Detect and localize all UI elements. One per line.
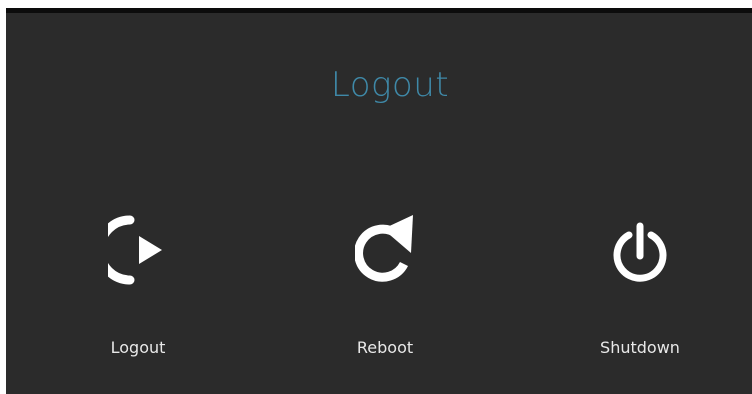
logout-icon[interactable] — [108, 208, 168, 298]
logout-label: Logout — [110, 338, 166, 357]
reboot-icon[interactable] — [355, 208, 415, 298]
logout-option[interactable]: Logout — [58, 208, 218, 383]
shutdown-option[interactable]: Shutdown — [560, 208, 720, 383]
reboot-label: Reboot — [356, 338, 414, 357]
dialog-title: Logout — [330, 65, 450, 105]
reboot-option[interactable]: Reboot — [305, 208, 465, 383]
shutdown-label: Shutdown — [600, 338, 680, 357]
logout-dialog: Logout Logout Reboot Shutdown — [6, 8, 752, 394]
power-icon[interactable] — [610, 208, 670, 298]
